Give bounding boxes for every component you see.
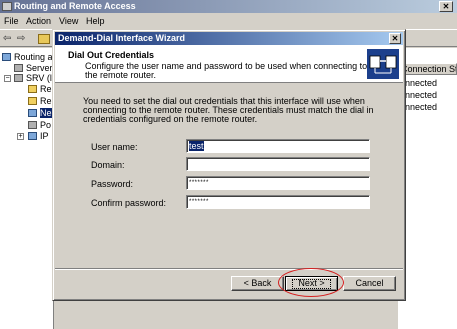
back-arrow-icon[interactable]: ⇦ <box>3 33 11 44</box>
instructions-text: You need to set the dial out credentials… <box>83 96 374 124</box>
tree-item-label: SRV (lc <box>26 73 54 83</box>
confirm-password-label: Confirm password: <box>91 198 167 208</box>
app-icon <box>2 2 12 11</box>
cancel-button[interactable]: Cancel <box>343 276 396 291</box>
demand-dial-wizard-dialog: Demand-Dial Interface Wizard ✕ Dial Out … <box>52 29 406 301</box>
tree-item-label: IP <box>40 131 49 141</box>
username-value: test <box>189 141 204 151</box>
username-label: User name: <box>91 142 138 152</box>
details-pane: Connection State onnected onnected onnec… <box>398 48 457 329</box>
dialog-close-button[interactable]: ✕ <box>389 33 401 44</box>
tree-item-label: Re <box>40 84 52 94</box>
password-label: Password: <box>91 179 134 189</box>
tree-item-ports[interactable]: Po <box>0 120 54 131</box>
username-input[interactable]: test <box>186 139 370 153</box>
domain-input[interactable] <box>186 157 370 171</box>
menu-file[interactable]: File <box>4 16 19 26</box>
dialog-separator <box>55 268 403 270</box>
password-input[interactable]: ******* <box>186 176 370 190</box>
ip-routing-icon <box>28 132 37 140</box>
main-window-title: Routing and Remote Access <box>14 1 136 11</box>
main-close-button[interactable]: ✕ <box>439 1 453 12</box>
menu-help[interactable]: Help <box>86 16 105 26</box>
tree-item-ip-routing[interactable]: + IP <box>0 131 54 142</box>
focus-rectangle <box>292 279 331 289</box>
tree-item-label: Routing an <box>14 52 54 62</box>
tree-item-remote-access-policies[interactable]: Re <box>0 96 54 107</box>
next-button[interactable]: Next > <box>285 276 338 291</box>
folder-icon <box>28 97 37 105</box>
server-status-icon <box>14 64 23 72</box>
tree-item-routing[interactable]: Routing an <box>0 52 54 63</box>
server-icon <box>14 74 23 82</box>
folder-up-icon[interactable] <box>38 34 50 44</box>
domain-label: Domain: <box>91 160 125 170</box>
tree-item-srv[interactable]: − SRV (lc <box>0 73 54 84</box>
tree-item-label: Server <box>26 63 53 73</box>
tree-item-network-interfaces[interactable]: Ne <box>0 108 54 119</box>
menu-action[interactable]: Action <box>26 16 51 26</box>
menu-view[interactable]: View <box>59 16 78 26</box>
collapse-icon[interactable]: − <box>4 75 11 82</box>
routing-icon <box>2 53 11 61</box>
forward-arrow-icon[interactable]: ⇨ <box>17 33 25 44</box>
network-connection-icon <box>367 49 399 79</box>
wizard-header: Dial Out Credentials Configure the user … <box>55 45 403 83</box>
tree-item-remote-access-clients[interactable]: Re <box>0 84 54 95</box>
confirm-password-input[interactable]: ******* <box>186 195 370 209</box>
back-button[interactable]: < Back <box>231 276 284 291</box>
dialog-title-bar[interactable]: Demand-Dial Interface Wizard ✕ <box>55 32 403 45</box>
console-tree: Routing an Server − SRV (lc Re Re Ne Po <box>0 48 54 329</box>
menu-bar: File Action View Help <box>0 14 457 28</box>
folder-icon <box>28 85 37 93</box>
tree-item-label: Po <box>40 120 52 130</box>
header-title: Dial Out Credentials <box>68 50 155 60</box>
expand-icon[interactable]: + <box>17 133 24 140</box>
header-subtitle: Configure the user name and password to … <box>85 61 368 80</box>
tree-item-label: Ne <box>40 108 52 118</box>
dialog-title: Demand-Dial Interface Wizard <box>58 33 185 43</box>
network-interfaces-icon <box>28 109 37 117</box>
ports-icon <box>28 121 37 129</box>
column-header-connection-state[interactable]: Connection State <box>398 63 457 75</box>
tree-item-label: Re <box>40 96 52 106</box>
